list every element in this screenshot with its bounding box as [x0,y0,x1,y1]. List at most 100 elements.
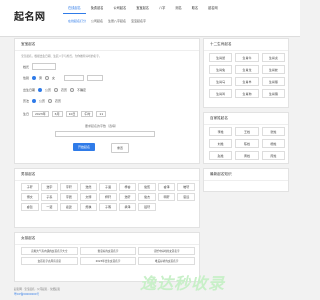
name-link[interactable]: 梓睿 [118,183,137,191]
zodiac-link[interactable]: 生肖兔 [209,65,233,74]
year-select[interactable]: 2023年 [32,111,49,117]
subnav-item[interactable]: 宝宝起名字 [131,19,146,23]
site-logo[interactable]: 起名网 [14,8,46,23]
gender-female-radio[interactable] [45,76,50,80]
surname-input[interactable] [32,63,57,70]
tip-link[interactable]: 高端大气有内涵的女孩名字大全 [21,247,78,255]
name-link[interactable]: 浩轩 [118,193,137,201]
calendar-label: 历法 [23,99,30,103]
articles-title: 最新起名知识 [204,169,288,181]
name-length-select[interactable] [87,75,104,81]
nav-item[interactable]: 公司起名 [109,2,132,14]
nav-item[interactable]: 在线起名 [63,2,86,14]
surname-link[interactable]: 黄姓 [235,151,259,160]
gender-male-radio[interactable] [32,76,37,80]
surname-link[interactable]: 赵姓 [209,151,233,160]
birth-opt2-radio[interactable] [54,88,59,92]
name-link[interactable]: 子骞 [99,203,117,211]
name-link[interactable]: 宇轩 [60,183,78,191]
hour-select[interactable]: 午时 [81,111,94,117]
birth-label: 出生日期 [23,88,36,92]
nav-item[interactable]: 八字 [154,2,170,14]
name-link[interactable]: 子轩 [21,183,39,191]
surname-link[interactable]: 杨姓 [261,139,285,148]
subnav-item[interactable]: 在线起名打分 [68,19,86,23]
name-link[interactable]: 俊熙 [138,183,156,191]
name-link[interactable]: 子墨 [40,193,59,201]
name-link[interactable]: 承泽 [118,203,137,211]
zodiac-title: 十二生肖起名 [204,39,288,51]
birth-opt2-label: 农历 [61,88,68,92]
gender-male-label: 男 [39,76,43,80]
nav-item[interactable]: 测名 [170,2,186,14]
name-link[interactable]: 睿哲 [21,203,39,211]
submit-button[interactable]: 开始起名 [73,143,96,151]
name-link[interactable]: 梓轩 [99,193,117,201]
surname-link[interactable]: 陈姓 [235,139,259,148]
day-select[interactable]: 10日 [65,111,79,117]
reset-button[interactable]: 重置 [111,143,130,153]
surname-select[interactable] [64,75,85,81]
zodiac-link[interactable]: 生肖马 [209,77,233,86]
tip-link[interactable]: 寓意好的女孩名字 [79,247,137,255]
surname-row: 姓氏 [23,63,57,70]
surname-link[interactable]: 李姓 [209,127,233,136]
minute-select[interactable]: 11 [96,111,107,117]
name-link[interactable]: 嘉懿 [60,203,78,211]
zodiac-link[interactable]: 生肖虎 [261,53,285,62]
zodiac-link[interactable]: 生肖狗 [235,89,259,98]
tip-link[interactable]: 女孩名字古风有诗意 [21,257,78,265]
name-link[interactable]: 思远 [177,193,195,201]
name-link[interactable]: 浩宇 [40,183,59,191]
surname-link[interactable]: 周姓 [261,151,285,160]
zodiac-link[interactable]: 生肖龙 [235,65,259,74]
name-link[interactable]: 子涵 [99,183,117,191]
date-row: 生日 2023年 6月 10日 午时 11 [23,111,107,117]
subnav-item[interactable]: 生辰八字起名 [108,19,126,23]
tip-link[interactable]: 诗经中好听的女孩名字 [138,247,195,255]
footer-beian-link[interactable]: 粤ICP备00000000号 [14,292,39,296]
zodiac-link[interactable]: 生肖牛 [235,53,259,62]
calendar-lunar-radio[interactable] [48,99,53,103]
name-link[interactable]: 俊杰 [138,193,156,201]
subnav-item[interactable]: 公司起名 [91,19,103,23]
calendar-solar-radio[interactable] [32,99,37,103]
zodiac-link[interactable]: 生肖蛇 [261,65,285,74]
zodiac-link[interactable]: 生肖鼠 [209,53,233,62]
name-link[interactable]: 皓轩 [177,183,195,191]
zodiac-grid: 生肖鼠 生肖牛 生肖虎 生肖兔 生肖龙 生肖蛇 生肖马 生肖羊 生肖猴 生肖鸡 … [209,53,285,98]
name-link[interactable]: 浩然 [79,183,98,191]
date-label: 生日 [23,112,30,116]
tip-link[interactable]: 2023年出生女孩名字 [79,257,137,265]
surname-link[interactable]: 王姓 [235,127,259,136]
nav-item[interactable]: 宝宝起名 [131,2,154,14]
zodiac-link[interactable]: 生肖鸡 [209,89,233,98]
name-link[interactable]: 明轩 [157,193,176,201]
calendar-lunar-label: 农历 [55,99,62,103]
zodiac-link[interactable]: 生肖羊 [235,77,259,86]
name-link[interactable]: 宇辰 [60,193,78,201]
name-length-input[interactable] [55,131,155,137]
name-link[interactable]: 博文 [21,193,39,201]
nav-item[interactable]: 免费起名 [86,2,109,14]
name-link[interactable]: 煜祺 [79,203,98,211]
nav-item[interactable]: 起名网 [203,2,223,14]
form-note: 宝宝起名，根据出生日期、生辰八字与姓氏，为你推荐好听的名字。 [21,54,102,58]
articles-panel: 最新起名知识 [203,168,289,192]
birth-option-row: 出生日期 公历 农历 不确定 [23,88,86,92]
zodiac-link[interactable]: 生肖猴 [261,77,285,86]
surname-link[interactable]: 张姓 [261,127,285,136]
tip-link[interactable]: 唯美好听的女孩名字 [138,257,195,265]
name-link[interactable]: 铭轩 [138,203,156,211]
name-link[interactable]: 文博 [79,193,98,201]
nav-item[interactable]: 取名 [187,2,203,14]
month-select[interactable]: 6月 [51,111,63,117]
surname-link[interactable]: 刘姓 [209,139,233,148]
gender-row: 性别 男 女 [23,75,104,81]
birth-opt1-label: 公历 [45,88,52,92]
name-link[interactable]: 睿泽 [157,183,176,191]
zodiac-link[interactable]: 生肖猪 [261,89,285,98]
birth-opt1-radio[interactable] [38,88,43,92]
name-link[interactable]: 一诺 [40,203,59,211]
birth-opt3-radio[interactable] [70,88,75,92]
